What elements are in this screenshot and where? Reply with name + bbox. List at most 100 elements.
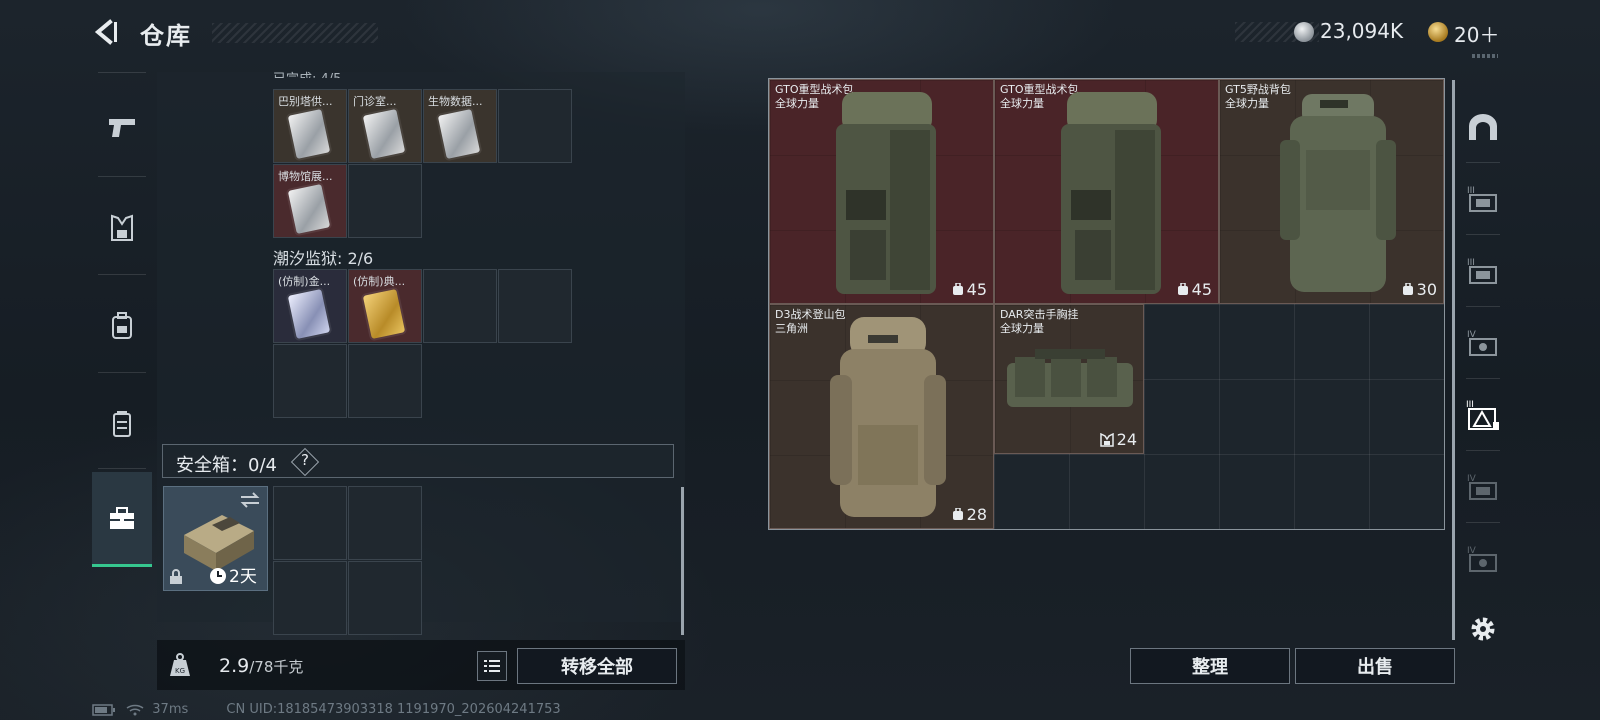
bunker-icon (1469, 114, 1497, 140)
list-icon (484, 660, 500, 672)
sort-button[interactable]: 整理 (1130, 648, 1290, 684)
heavy-backpack-image (836, 92, 936, 294)
weight-max: /78千克 (249, 658, 304, 676)
item-capacity: 24 (1116, 430, 1137, 449)
cropped-section-label: 已完成: 4/5 (273, 68, 341, 78)
silver-currency-value: 23,094K (1320, 19, 1404, 43)
empty-slot[interactable] (348, 164, 422, 238)
backpack-capacity-icon (952, 283, 963, 295)
item-card-icon (437, 108, 481, 160)
warehouse-grid: GTO重型战术包全球力量 45 GTO重型战术包全球力量 45 GT5野战背 (768, 78, 1445, 530)
svg-text:KG: KG (175, 667, 185, 675)
uid-text: CN UID:18185473903318 1191970_2026042417… (226, 702, 561, 717)
storage-tab[interactable]: IV (1458, 308, 1508, 378)
warehouse-item[interactable]: DAR突击手胸挂 全球力量 24 (994, 304, 1144, 454)
nav-backpacks[interactable] (92, 278, 152, 373)
settings-button[interactable] (1458, 594, 1508, 664)
empty-slot[interactable] (423, 269, 497, 343)
lock-icon (170, 569, 182, 584)
collection-item[interactable]: 门诊室... (348, 89, 422, 163)
chest-rig-capacity-icon (1099, 432, 1114, 447)
empty-slot[interactable] (348, 344, 422, 418)
item-card-icon (362, 108, 406, 160)
left-scrollbar[interactable] (681, 487, 684, 635)
status-bar: 37ms CN UID:18185473903318 1191970_20260… (92, 702, 561, 717)
left-category-nav (92, 72, 152, 574)
weight-kg-icon: KG (170, 653, 190, 676)
tier-iv-case-icon: IV (1467, 474, 1497, 500)
warehouse-item[interactable]: GTO重型战术包 全球力量 45 (769, 79, 994, 304)
battery-icon (92, 703, 115, 716)
tier-iv-case-icon: IV (1467, 330, 1497, 356)
gold-currency-value[interactable]: 20＋ (1454, 19, 1499, 48)
empty-slot[interactable] (498, 269, 572, 343)
empty-slot[interactable] (498, 89, 572, 163)
tier-iii-case-icon: III (1467, 186, 1497, 212)
empty-slot[interactable] (273, 486, 347, 560)
climbing-backpack-image (830, 317, 946, 517)
nav-containers[interactable] (92, 376, 152, 471)
collection-item[interactable]: (仿制)金... (273, 269, 347, 343)
tier-iii-case-icon: III (1467, 258, 1497, 284)
storage-tab[interactable]: IV (1458, 452, 1508, 522)
warehouse-item[interactable]: D3战术登山包 三角洲 28 (769, 304, 994, 529)
collection-item[interactable]: 巴别塔供... (273, 89, 347, 163)
collection-item[interactable]: 生物数据... (423, 89, 497, 163)
field-backpack-image (1280, 94, 1396, 292)
safebox-slot[interactable]: 2天 (163, 486, 268, 591)
safebox-grid (273, 486, 424, 637)
silver-coin-icon (1294, 22, 1314, 42)
storage-tab[interactable]: IV (1458, 524, 1508, 594)
gear-icon (1471, 617, 1495, 641)
nav-armor[interactable] (92, 180, 152, 275)
item-capacity: 45 (966, 280, 987, 299)
empty-slot[interactable] (348, 486, 422, 560)
backpack-capacity-icon (1402, 283, 1413, 295)
empty-slot[interactable] (348, 561, 422, 635)
armor-vest-icon (111, 214, 133, 241)
tier-iii-triangle-case-icon: III (1466, 400, 1499, 430)
warehouse-item[interactable]: GT5野战背包 全球力量 30 (1219, 79, 1444, 304)
container-icon (113, 410, 131, 437)
transfer-all-button[interactable]: 转移全部 (517, 648, 677, 684)
item-capacity: 28 (966, 505, 987, 524)
clock-icon (210, 568, 226, 584)
page-title: 仓库 (140, 22, 192, 50)
collection-group-1: 巴别塔供... 门诊室... 生物数据... 博物馆展... (273, 89, 575, 241)
empty-slot[interactable] (273, 561, 347, 635)
back-button[interactable] (90, 16, 122, 48)
tier-iv-case-icon: IV (1467, 546, 1497, 572)
collection-item[interactable]: 博物馆展... (273, 164, 347, 238)
storage-tab[interactable]: III (1458, 236, 1508, 306)
back-arrow-icon (94, 19, 117, 45)
ping-value: 37ms (152, 702, 189, 717)
swap-icon[interactable] (239, 492, 261, 508)
storage-tab-active[interactable]: III (1458, 380, 1508, 450)
weight-display: 2.9/78千克 (219, 655, 303, 677)
item-card-icon (287, 288, 331, 340)
backpack-icon (112, 311, 132, 339)
item-capacity: 45 (1191, 280, 1212, 299)
storage-tab[interactable]: III (1458, 164, 1508, 234)
sell-button[interactable]: 出售 (1295, 648, 1455, 684)
nav-safebox[interactable] (92, 472, 152, 567)
wifi-icon (126, 704, 144, 715)
group-2-label: 潮汐监狱: 2/6 (273, 249, 374, 268)
safebox-duration: 2天 (229, 567, 257, 587)
item-capacity: 30 (1416, 280, 1437, 299)
nav-weapons[interactable] (92, 80, 152, 175)
item-card-icon (362, 288, 406, 340)
storage-tab-main[interactable] (1458, 92, 1508, 162)
collection-group-2: (仿制)金... (仿制)典... (273, 269, 575, 421)
collection-item[interactable]: (仿制)典... (348, 269, 422, 343)
heavy-backpack-image (1061, 92, 1161, 294)
right-scrollbar[interactable] (1452, 80, 1455, 640)
toolbox-icon (110, 507, 134, 529)
pistol-icon (109, 118, 135, 137)
right-storage-nav: III III IV III IV IV (1458, 92, 1508, 652)
list-view-button[interactable] (477, 651, 507, 681)
safebox-label: 安全箱：0/4 (176, 455, 277, 476)
warehouse-item[interactable]: GTO重型战术包 全球力量 45 (994, 79, 1219, 304)
empty-slot[interactable] (273, 344, 347, 418)
weight-value: 2.9 (219, 655, 250, 677)
